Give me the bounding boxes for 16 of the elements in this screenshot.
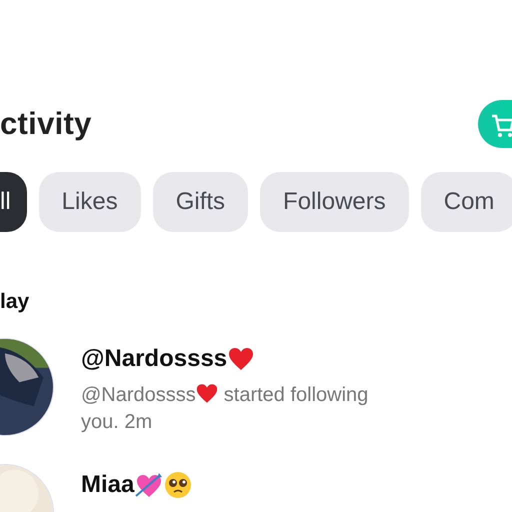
page-title: ctivity	[0, 106, 92, 142]
filter-tab[interactable]: Gifts	[152, 172, 248, 232]
heart-icon	[228, 347, 254, 371]
message-text: started following	[224, 384, 368, 406]
message-user: @Nardossss	[81, 384, 196, 406]
heart-icon	[196, 383, 218, 404]
filter-tab[interactable]: Likes	[38, 172, 141, 232]
heart-arrow-icon	[135, 472, 164, 498]
filter-tab[interactable]: Com	[420, 172, 512, 232]
message-text: you. 2m	[81, 411, 152, 433]
section-heading: lay	[0, 289, 30, 315]
user-name: Miaa	[81, 471, 134, 499]
pleading-face-icon	[164, 471, 192, 499]
filter-tab[interactable]: ll	[0, 172, 27, 232]
user-name: @Nardossss	[81, 345, 228, 373]
filter-tab[interactable]: Followers	[260, 172, 409, 232]
